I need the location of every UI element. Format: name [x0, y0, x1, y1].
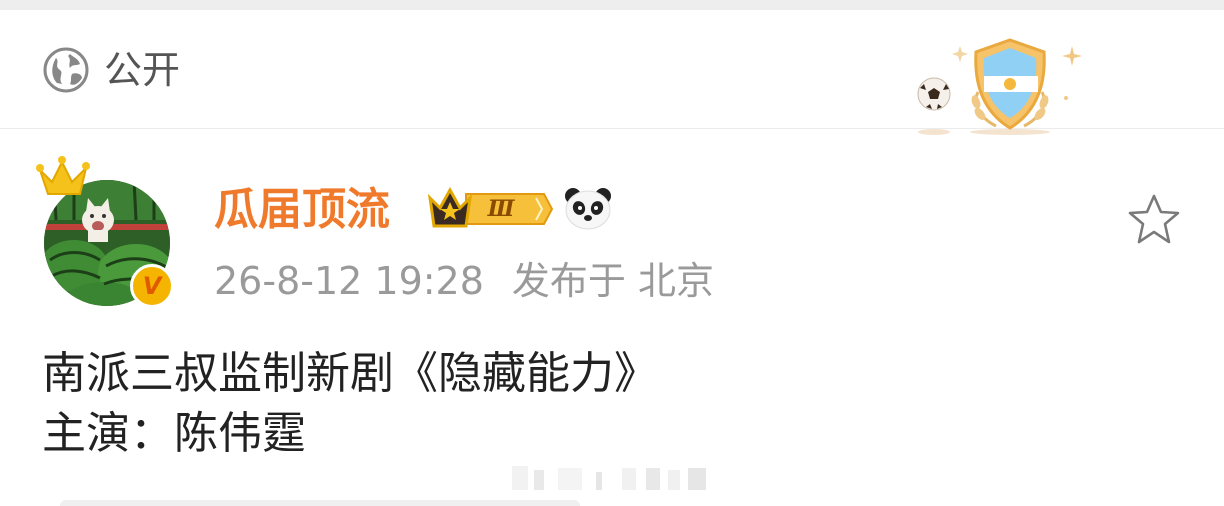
post-timestamp: 26-8-12 19:28 — [214, 259, 484, 303]
top-divider-strip — [0, 0, 1224, 10]
argentina-shield-badge-icon — [917, 38, 1082, 135]
crown-icon — [36, 156, 90, 195]
visibility-row[interactable]: 公开 — [0, 10, 1224, 135]
post-line: 主演：陈伟霆 — [42, 408, 306, 459]
visibility-label: 公开 — [104, 48, 181, 92]
media-preview-edge — [60, 500, 580, 506]
verified-v-icon: V — [130, 264, 174, 308]
level-badge[interactable]: Ⅲ — [427, 186, 554, 232]
post-meta: 26-8-12 19:28 发布于 北京 — [214, 254, 714, 308]
post-line: 南派三叔监制新剧《隐藏能力》 — [42, 348, 658, 399]
star-outline-icon[interactable] — [1126, 192, 1182, 248]
post-location: 发布于 北京 — [511, 259, 714, 303]
redacted-blur-strip — [512, 466, 706, 490]
author-avatar[interactable]: V — [34, 152, 184, 310]
level-badge-text: Ⅲ — [487, 196, 515, 222]
author-name[interactable]: 瓜届顶流 — [214, 182, 390, 238]
panda-icon — [565, 188, 611, 230]
globe-icon — [43, 47, 89, 93]
soccer-ball-icon — [917, 77, 951, 111]
post-body: 南派三叔监制新剧《隐藏能力》 主演：陈伟霆 — [42, 344, 658, 464]
